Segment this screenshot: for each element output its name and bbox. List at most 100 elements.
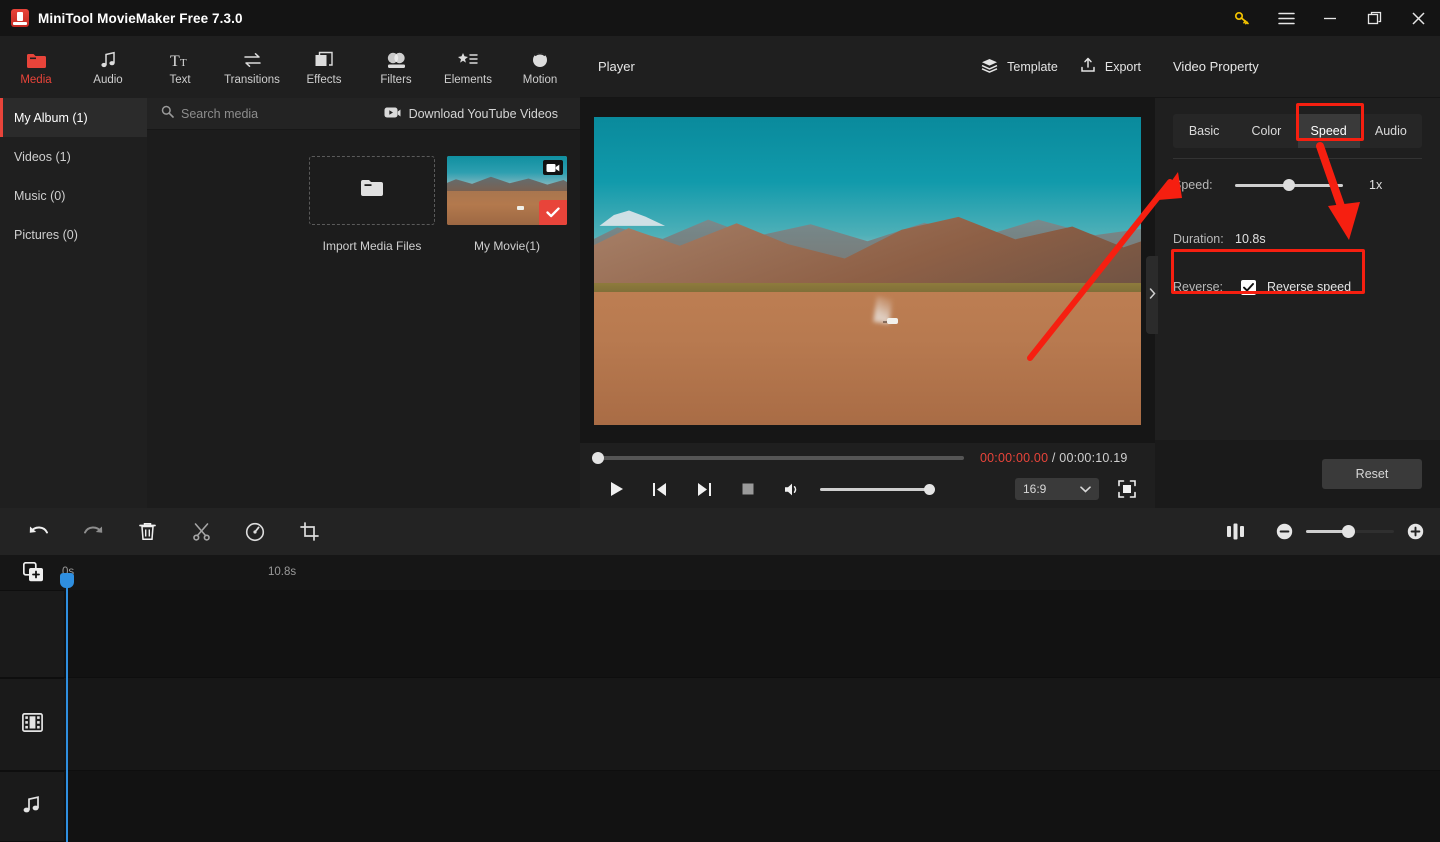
add-media-button[interactable] — [20, 559, 46, 585]
search-input[interactable] — [181, 106, 371, 121]
media-item-card[interactable]: My Movie(1) — [447, 156, 567, 253]
property-divider — [1173, 158, 1422, 159]
reverse-speed-checkbox[interactable] — [1241, 279, 1256, 295]
nav-item-transitions[interactable]: Transitions — [216, 36, 288, 98]
album-item-my-album[interactable]: My Album (1) — [0, 98, 147, 137]
album-item-pictures[interactable]: Pictures (0) — [0, 215, 147, 254]
tab-label: Audio — [1374, 124, 1407, 138]
reset-label: Reset — [1355, 467, 1389, 481]
property-footer: Reset — [1155, 440, 1440, 508]
import-label: Import Media Files — [322, 239, 422, 253]
import-media-card[interactable]: Import Media Files — [309, 156, 435, 253]
fit-to-screen-button[interactable] — [1226, 523, 1245, 540]
menu-icon[interactable] — [1264, 0, 1308, 36]
track-head-video[interactable] — [0, 678, 64, 771]
video-preview[interactable] — [594, 116, 1141, 425]
property-tabs: Basic Color Speed Audio — [1173, 114, 1422, 148]
nav-item-effects[interactable]: Effects — [288, 36, 360, 98]
duration-label: Duration: — [1173, 232, 1224, 246]
download-youtube-label: Download YouTube Videos — [408, 107, 558, 121]
tab-basic[interactable]: Basic — [1173, 114, 1235, 148]
volume-handle[interactable] — [924, 483, 935, 495]
property-header: Video Property — [1155, 36, 1440, 98]
svg-text:T: T — [180, 57, 187, 69]
media-panel: My Album (1) Videos (1) Music (0) Pictur… — [0, 98, 580, 508]
previous-frame-button[interactable] — [638, 473, 682, 505]
timeline-ruler[interactable]: 0s 10.8s — [0, 555, 1440, 590]
delete-button[interactable] — [120, 508, 174, 555]
import-dropzone[interactable] — [309, 156, 435, 225]
crop-button[interactable] — [282, 508, 336, 555]
nav-item-filters[interactable]: Filters — [360, 36, 432, 98]
selected-check-icon — [539, 200, 567, 225]
key-icon[interactable] — [1220, 0, 1264, 36]
progress-handle[interactable] — [592, 452, 604, 464]
play-button[interactable] — [594, 473, 638, 505]
media-thumbnail[interactable] — [447, 156, 567, 225]
folder-import-icon — [360, 178, 384, 203]
playback-buttons: 16:9 — [580, 473, 1155, 505]
export-button[interactable]: Export — [1080, 57, 1141, 76]
track-head-overlay[interactable] — [0, 590, 64, 678]
film-icon — [21, 712, 43, 737]
tab-audio[interactable]: Audio — [1360, 114, 1422, 148]
app-logo-icon — [11, 9, 29, 27]
reverse-speed-checkbox-group[interactable]: Reverse speed — [1235, 272, 1351, 302]
nav-item-text[interactable]: TT Text — [144, 36, 216, 98]
fullscreen-button[interactable] — [1113, 475, 1141, 503]
template-button[interactable]: Template — [981, 57, 1058, 76]
next-frame-button[interactable] — [682, 473, 726, 505]
album-item-videos[interactable]: Videos (1) — [0, 137, 147, 176]
property-panel: Video Property Basic Color Speed Audio S… — [1146, 36, 1440, 508]
volume-slider[interactable] — [820, 483, 935, 495]
tab-color[interactable]: Color — [1235, 114, 1297, 148]
export-icon — [1080, 57, 1096, 76]
effects-squares-icon — [314, 48, 334, 69]
tab-speed[interactable]: Speed — [1297, 114, 1360, 148]
aspect-ratio-select[interactable]: 16:9 — [1015, 478, 1099, 500]
search-icon — [161, 105, 174, 123]
stop-button[interactable] — [726, 473, 770, 505]
elements-star-icon — [457, 48, 479, 69]
speed-slider-handle[interactable] — [1283, 178, 1295, 191]
layers-icon — [981, 58, 998, 76]
track-head-audio[interactable] — [0, 771, 64, 842]
speed-button[interactable] — [228, 508, 282, 555]
close-icon[interactable] — [1396, 0, 1440, 36]
playhead[interactable] — [60, 573, 74, 842]
video-track[interactable] — [64, 678, 1440, 771]
overlay-track[interactable] — [64, 590, 1440, 678]
nav-item-audio[interactable]: Audio — [72, 36, 144, 98]
speed-slider[interactable] — [1235, 178, 1343, 191]
download-youtube-button[interactable]: Download YouTube Videos — [384, 98, 558, 130]
zoom-handle[interactable] — [1342, 525, 1355, 538]
redo-button[interactable] — [66, 508, 120, 555]
zoom-out-button[interactable] — [1276, 523, 1293, 540]
aspect-ratio-value: 16:9 — [1023, 482, 1047, 496]
audio-track[interactable] — [64, 771, 1440, 842]
app-title: MiniTool MovieMaker Free 7.3.0 — [38, 10, 243, 26]
minimize-icon[interactable] — [1308, 0, 1352, 36]
nav-item-media[interactable]: Media — [0, 36, 72, 98]
undo-button[interactable] — [12, 508, 66, 555]
nav-item-motion[interactable]: Motion — [504, 36, 576, 98]
reset-button[interactable]: Reset — [1322, 459, 1422, 489]
progress-slider[interactable] — [592, 452, 964, 464]
playhead-handle[interactable] — [60, 573, 74, 588]
album-label: Music (0) — [14, 188, 66, 203]
album-item-music[interactable]: Music (0) — [0, 176, 147, 215]
split-button[interactable] — [174, 508, 228, 555]
volume-button[interactable] — [770, 473, 814, 505]
timeline: 0s 10.8s — [0, 555, 1440, 842]
title-bar: MiniTool MovieMaker Free 7.3.0 — [0, 0, 1440, 36]
media-toolbar: Download YouTube Videos — [147, 98, 580, 130]
transition-arrows-icon — [242, 48, 263, 69]
nav-item-elements[interactable]: Elements — [432, 36, 504, 98]
search-box[interactable] — [161, 105, 371, 123]
thumb-car — [516, 206, 524, 211]
maximize-icon[interactable] — [1352, 0, 1396, 36]
zoom-in-button[interactable] — [1407, 523, 1424, 540]
timeline-zoom-slider[interactable] — [1306, 525, 1394, 538]
reverse-row: Reverse: Reverse speed — [1173, 269, 1422, 305]
nav-label-elements: Elements — [444, 74, 492, 86]
